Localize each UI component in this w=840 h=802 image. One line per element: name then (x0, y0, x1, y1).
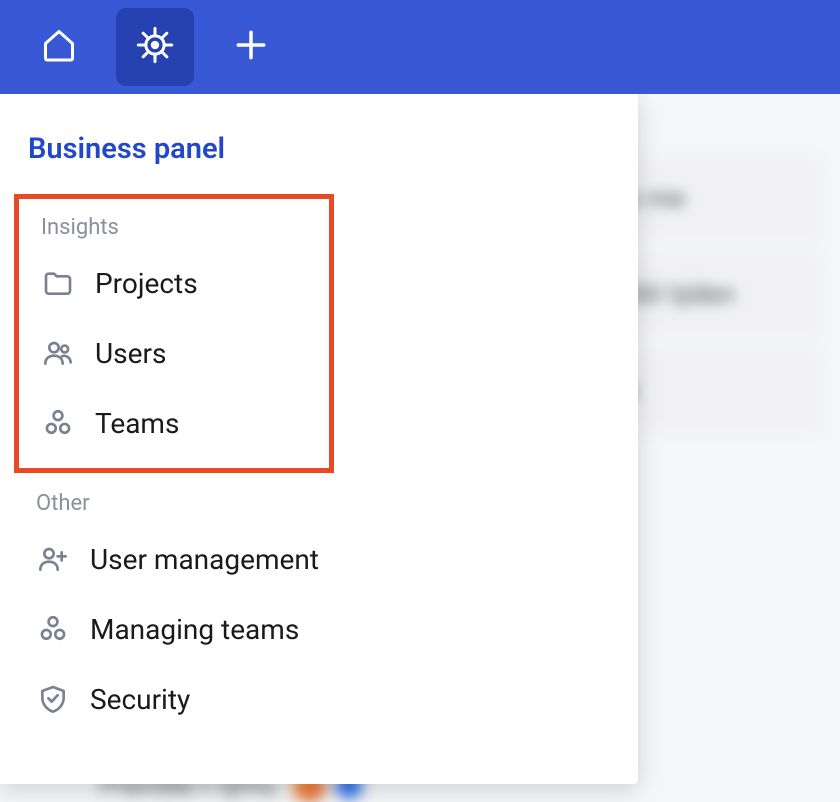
menu-item-label: Users (95, 337, 166, 370)
teams-icon (41, 406, 75, 440)
plus-icon (232, 26, 270, 68)
users-icon (41, 336, 75, 370)
menu-item-label: Managing teams (90, 613, 299, 646)
business-panel-dropdown: Business panel Insights Projects Users (0, 94, 638, 784)
user-plus-icon (36, 542, 70, 576)
insights-highlight-box: Insights Projects Users (14, 194, 334, 473)
ship-wheel-icon (135, 25, 175, 69)
section-header-other: Other (0, 473, 638, 524)
panel-title[interactable]: Business panel (0, 132, 638, 194)
teams-icon (36, 612, 70, 646)
menu-item-managing-teams[interactable]: Managing teams (0, 594, 638, 664)
home-button[interactable] (20, 8, 98, 86)
menu-item-label: User management (90, 543, 319, 576)
home-icon (41, 27, 77, 67)
shield-check-icon (36, 682, 70, 716)
folder-icon (41, 266, 75, 300)
menu-item-users[interactable]: Users (19, 318, 329, 388)
top-navigation-bar (0, 0, 840, 94)
menu-item-user-management[interactable]: User management (0, 524, 638, 594)
menu-item-security[interactable]: Security (0, 664, 638, 734)
menu-item-label: Security (90, 683, 190, 716)
section-header-insights: Insights (19, 209, 329, 248)
menu-item-label: Projects (95, 267, 198, 300)
menu-item-label: Teams (95, 407, 179, 440)
admin-settings-button[interactable] (116, 8, 194, 86)
add-button[interactable] (212, 8, 290, 86)
menu-item-teams[interactable]: Teams (19, 388, 329, 458)
menu-item-projects[interactable]: Projects (19, 248, 329, 318)
